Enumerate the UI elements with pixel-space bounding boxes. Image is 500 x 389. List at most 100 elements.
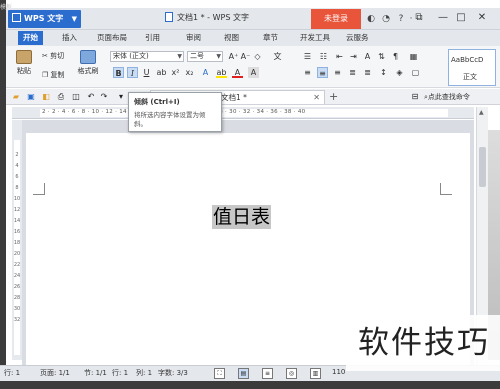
wps-logo-icon [12,13,21,22]
tab-cloud[interactable]: 云服务 [346,31,369,45]
maximize-icon[interactable]: □ [452,10,470,26]
strikethrough-icon[interactable]: ab [156,67,167,78]
close-icon[interactable]: ✕ [473,10,491,26]
open-folder-icon[interactable]: ▰ [11,92,21,102]
undo-icon[interactable]: ↶ [86,92,96,102]
chat-icon[interactable]: ◔ [379,10,393,28]
restore-icon[interactable]: ⧉ [410,10,428,26]
ribbon-tab-bar [6,30,500,46]
line-spacing-icon[interactable]: ↕ [378,67,389,78]
margin-corner-top-right [440,183,452,195]
chevron-down-icon: ▼ [71,15,77,23]
subscript-icon[interactable]: x₂ [184,67,195,78]
tab-references[interactable]: 引用 [145,31,160,45]
output-pdf-icon[interactable]: ◧ [41,92,51,102]
format-painter-button[interactable]: 格式刷 [74,50,102,76]
shrink-font-icon[interactable]: A⁻ [240,51,251,62]
horizontal-ruler[interactable]: 2 · 2 · 4 · 6 · 8 · 10 · 12 · 14 · 16 · … [12,107,474,119]
page-view-icon[interactable]: ▤ [238,368,249,379]
font-size-select[interactable]: 二号 ▼ [187,51,223,62]
vertical-ruler[interactable]: 2 4 6 8 10 12 14 16 18 20 22 24 26 28 30 32 [12,120,22,360]
new-tab-icon[interactable]: + [329,90,338,103]
underline-button[interactable]: U [141,67,152,78]
tab-home[interactable]: 开始 [18,31,43,45]
paste-label: 粘贴 [17,67,31,75]
vruler-number: 32 [13,317,21,323]
bold-button[interactable]: B [113,67,124,78]
scroll-up-icon[interactable]: ▲ [479,109,484,116]
brush-icon [80,50,96,64]
numbering-icon[interactable]: ☷ [318,51,329,62]
tab-view[interactable]: 视图 [224,31,239,45]
status-wordcount[interactable]: 字数: 3/3 [158,368,188,378]
fullscreen-icon[interactable]: ⛶ [214,368,225,379]
read-mode-icon[interactable]: ▥ [310,368,321,379]
document-tab-label: 文档1 * [221,93,247,102]
table-icon[interactable]: ▦ [408,51,419,62]
indent-icon[interactable]: ⇥ [348,51,359,62]
minimize-icon[interactable]: — [434,10,452,26]
justify-icon[interactable]: ≣ [347,67,358,78]
paste-icon [16,50,32,64]
font-color-icon[interactable]: A [232,67,243,78]
status-line: 行: 1 [112,369,129,377]
superscript-icon[interactable]: x² [170,67,181,78]
web-view-icon[interactable]: ◎ [286,368,297,379]
align-right-icon[interactable]: ≡ [332,67,343,78]
vruler-numbers: 2 4 6 8 10 12 14 16 18 20 22 24 26 28 30 32 [13,150,21,326]
tab-insert[interactable]: 插入 [62,31,77,45]
status-column: 列: 1 [136,369,153,377]
bottom-background-strip [0,381,500,389]
paste-button[interactable]: 粘贴 [14,50,34,76]
wps-app-menu-button[interactable]: WPS 文字 ▼ [8,10,81,28]
chinese-layout-icon[interactable]: A [362,51,373,62]
tab-developer[interactable]: 开发工具 [300,31,330,45]
clear-format-icon[interactable]: ◇ [252,51,263,62]
text-effect-icon[interactable]: A [200,67,211,78]
document-heading[interactable]: 值日表 [212,205,272,229]
chevron-down-icon: ▼ [216,53,221,60]
phonetic-icon[interactable]: 文 [272,51,283,62]
sort-icon[interactable]: ⇅ [376,51,387,62]
cut-button[interactable]: ✂ 剪切 [42,51,64,61]
scrollbar-thumb[interactable] [479,147,486,187]
style-gallery-normal[interactable]: AaBbCcD 正文 [448,49,496,86]
copy-button[interactable]: ❐ 复制 [42,70,65,80]
margin-corner-top-left [33,183,45,195]
char-shading-icon[interactable]: A [248,67,259,78]
customize-chevron-icon[interactable]: ▾ [116,92,126,102]
tab-page-layout[interactable]: 页面布局 [97,31,127,45]
font-name-value: 宋体 (正文) [113,52,149,60]
close-tab-icon[interactable]: ✕ [313,91,320,104]
tab-menu-icon[interactable]: ⊟ [410,92,420,102]
show-marks-icon[interactable]: ¶ [390,51,401,62]
bullets-icon[interactable]: ☰ [302,51,313,62]
outdent-icon[interactable]: ⇤ [334,51,345,62]
grow-font-icon[interactable]: A⁺ [228,51,239,62]
vruler-number: 14 [13,218,21,224]
outline-view-icon[interactable]: ≡ [262,368,273,379]
shading-icon[interactable]: ◈ [394,67,405,78]
status-row: 行: 1 [4,369,21,377]
vruler-number: 20 [13,251,21,257]
print-preview-icon[interactable]: ◫ [71,92,81,102]
font-size-value: 二号 [190,52,204,60]
tab-review[interactable]: 审阅 [186,31,201,45]
align-center-icon[interactable]: ≡ [317,67,328,78]
borders-icon[interactable]: ▢ [410,67,421,78]
status-pages: 页面: 1/1 [40,369,70,377]
italic-button[interactable]: I [127,67,138,78]
redo-icon[interactable]: ↷ [99,92,109,102]
distributed-icon[interactable]: ≣ [362,67,373,78]
login-button[interactable]: 未登录 [311,9,361,29]
zoom-value[interactable]: 110 [332,368,345,376]
find-command-box[interactable]: ⌕点此查找命令 [424,92,470,102]
print-icon[interactable]: ⎙ [56,92,66,102]
highlight-icon[interactable]: ab [216,67,227,78]
font-name-select[interactable]: 宋体 (正文) ▼ [110,51,184,62]
document-title: 文档1 * - WPS 文字 [165,12,249,23]
save-icon[interactable]: ▣ [26,92,36,102]
skin-icon[interactable]: ◐ [364,10,378,28]
align-left-icon[interactable]: ≡ [302,67,313,78]
tab-chapter[interactable]: 章节 [263,31,278,45]
